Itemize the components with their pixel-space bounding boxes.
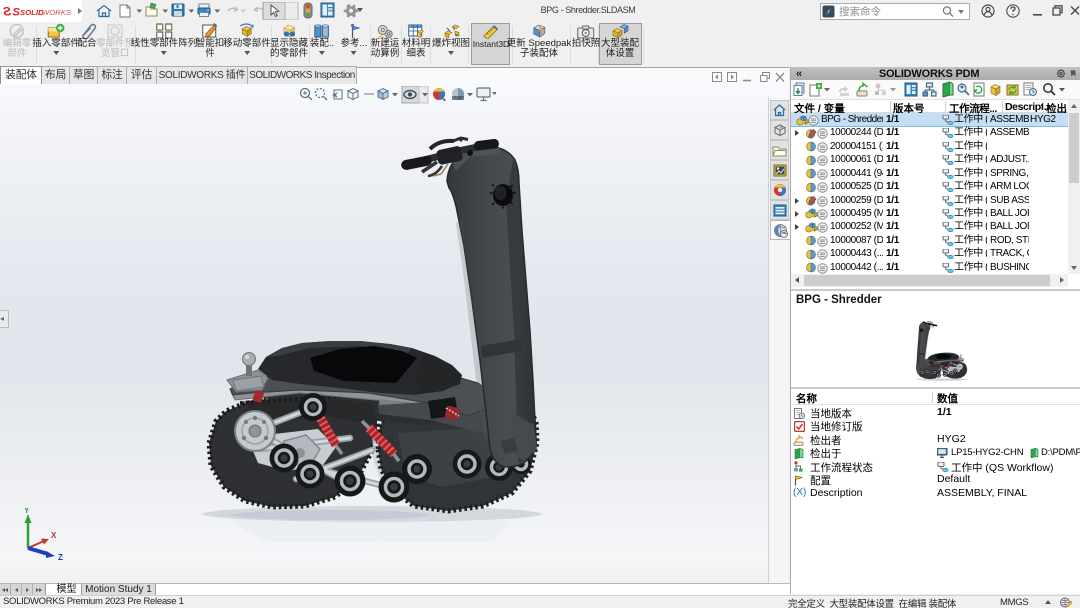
svg-text:SOLID: SOLID	[20, 8, 44, 17]
svg-text:Z: Z	[58, 553, 63, 560]
svg-text:X: X	[51, 531, 57, 540]
svg-text:WORKS: WORKS	[42, 8, 72, 17]
svg-text:Y: Y	[24, 508, 30, 515]
svg-text:S: S	[2, 5, 11, 19]
